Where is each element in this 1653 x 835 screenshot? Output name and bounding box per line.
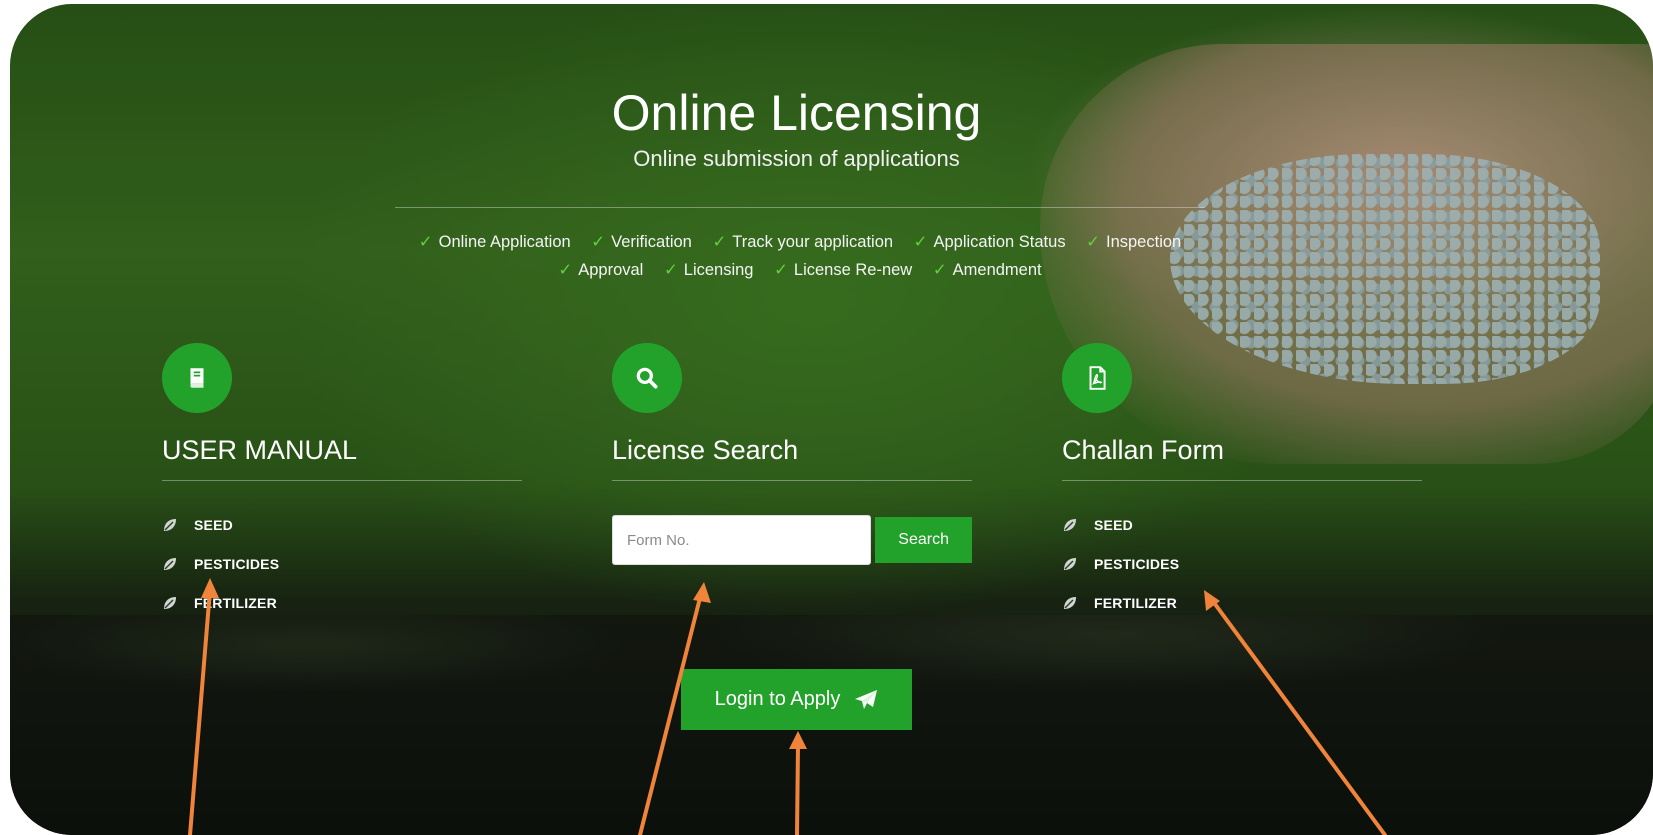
license-search-title: License Search: [612, 435, 799, 465]
user-manual-link-fertilizer[interactable]: FERTILIZER: [162, 583, 522, 622]
section-divider: [1062, 480, 1422, 481]
user-manual-links: SEED PESTICIDES FERTILIZER: [162, 505, 522, 622]
check-icon: ✓: [774, 261, 788, 279]
leaf-icon: [1064, 596, 1076, 609]
feature-list: ✓ Online Application ✓ Verification ✓ Track…: [380, 228, 1220, 284]
section-divider: [612, 480, 972, 481]
feature-item: ✓ Approval: [558, 261, 644, 279]
feature-item: ✓ Application Status: [913, 233, 1066, 251]
check-icon: ✓: [418, 233, 433, 251]
user-manual-link-seed[interactable]: SEED: [162, 505, 522, 544]
pdf-file-icon: [1062, 343, 1132, 413]
feature-item: ✓ Licensing: [663, 261, 754, 279]
license-search-section: License Search Search: [612, 343, 972, 565]
page-title: Online Licensing: [611, 85, 982, 141]
feature-item: ✓ Track your application: [712, 233, 894, 251]
leaf-icon: [164, 557, 176, 570]
check-icon: ✓: [663, 261, 678, 279]
header-divider: [395, 207, 1205, 208]
user-manual-section: USER MANUAL SEED PESTICIDES FERTILIZER: [162, 343, 522, 622]
book-icon: [162, 343, 232, 413]
check-icon: ✓: [1086, 233, 1100, 251]
check-icon: ✓: [558, 261, 573, 279]
section-divider: [162, 480, 522, 481]
challan-form-section: Challan Form SEED PESTICIDES FERTILIZER: [1062, 343, 1422, 622]
challan-form-links: SEED PESTICIDES FERTILIZER: [1062, 505, 1422, 622]
paper-plane-icon: [855, 689, 878, 709]
check-icon: ✓: [913, 233, 928, 251]
leaf-icon: [1064, 557, 1076, 570]
login-to-apply-button[interactable]: Login to Apply: [681, 669, 912, 730]
search-form: Search: [612, 515, 972, 565]
leaf-icon: [164, 596, 176, 609]
search-icon: [612, 343, 682, 413]
challan-link-fertilizer[interactable]: FERTILIZER: [1062, 583, 1422, 622]
leaf-icon: [164, 518, 176, 531]
feature-item: ✓ Amendment: [932, 261, 1042, 279]
page-subtitle: Online submission of applications: [633, 146, 960, 171]
check-icon: ✓: [591, 233, 606, 251]
search-button[interactable]: Search: [875, 517, 972, 563]
challan-link-pesticides[interactable]: PESTICIDES: [1062, 544, 1422, 583]
feature-item: ✓ Online Application: [418, 233, 571, 251]
form-no-input[interactable]: [612, 515, 872, 565]
user-manual-title: USER MANUAL: [162, 435, 358, 465]
feature-item: ✓ License Re-new: [774, 261, 913, 279]
check-icon: ✓: [932, 261, 947, 279]
check-icon: ✓: [712, 233, 727, 251]
feature-item: ✓ Verification: [591, 233, 692, 251]
challan-form-title: Challan Form: [1062, 435, 1225, 465]
feature-item: ✓ Inspection: [1086, 233, 1182, 251]
leaf-icon: [1064, 518, 1076, 531]
user-manual-link-pesticides[interactable]: PESTICIDES: [162, 544, 522, 583]
challan-link-seed[interactable]: SEED: [1062, 505, 1422, 544]
